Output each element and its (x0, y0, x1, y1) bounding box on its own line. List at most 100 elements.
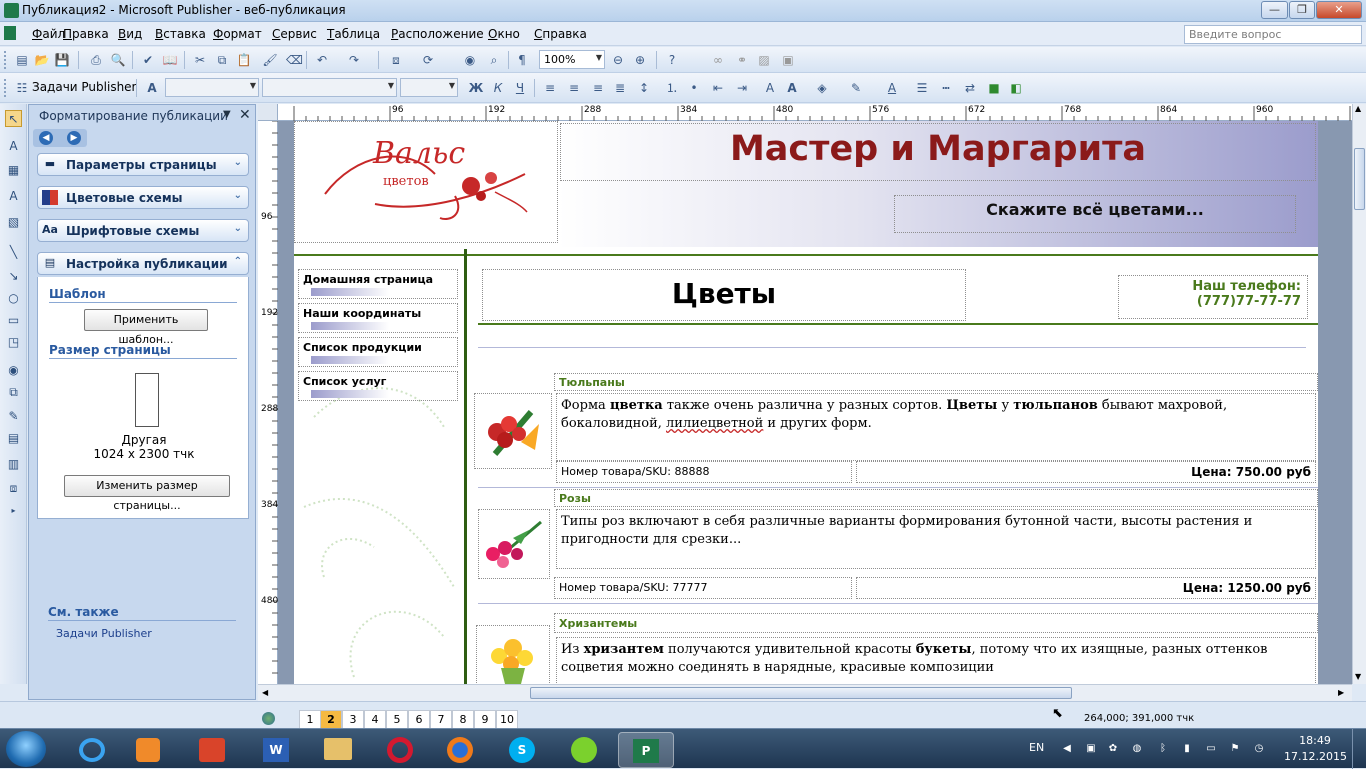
menu-format[interactable]: Формат (213, 27, 262, 41)
taskbar-icq[interactable] (556, 732, 612, 768)
product-price-box[interactable]: Цена: 750.00 руб (856, 461, 1316, 483)
page-tab[interactable]: 1 (299, 710, 321, 729)
save-icon[interactable]: 💾 (54, 52, 70, 68)
horizontal-scroll-thumb[interactable] (530, 687, 1072, 699)
volume-icon[interactable]: ◀ (1060, 742, 1074, 756)
align-center-icon[interactable]: ≡ (566, 80, 582, 96)
phone-box[interactable]: Наш телефон: (777)77-77-77 (1118, 275, 1308, 319)
menu-window[interactable]: Окно (488, 27, 520, 41)
pilcrow-icon[interactable]: ¶ (514, 52, 530, 68)
unlink-icon[interactable]: ⚭ (734, 52, 750, 68)
shrink-font-icon[interactable]: A (762, 80, 778, 96)
change-page-size-button[interactable]: Изменить размер страницы... (64, 475, 230, 512)
taskbar-firefox[interactable] (432, 732, 488, 768)
increase-indent-icon[interactable]: ⇥ (734, 80, 750, 96)
menu-tools[interactable]: Сервис (272, 27, 317, 41)
product-name-box[interactable]: Розы (554, 489, 1318, 507)
fill-color-icon[interactable]: ◈ (814, 80, 830, 96)
menu-insert[interactable]: Вставка (155, 27, 206, 41)
page-tab[interactable]: 8 (452, 710, 474, 729)
product-image[interactable] (476, 625, 550, 684)
task-pane-menu-icon[interactable]: ▼ (223, 109, 231, 120)
grow-font-icon[interactable]: A (784, 80, 800, 96)
vertical-scroll-thumb[interactable] (1354, 148, 1365, 210)
scroll-down-icon[interactable]: ▼ (1355, 672, 1361, 681)
font-size-select[interactable]: ▼ (400, 78, 458, 97)
format-painter-icon[interactable]: 🖌 (262, 52, 278, 68)
nav-contacts[interactable]: Наши координаты (298, 303, 458, 333)
language-indicator[interactable]: EN (1029, 741, 1044, 754)
product-sku-box[interactable]: Номер товара/SKU: 88888 (556, 461, 852, 483)
navigation-bar-icon[interactable]: ▥ (5, 456, 22, 473)
bring-forward-icon[interactable]: ⧈ (388, 52, 404, 68)
more-tools-icon[interactable]: ▸ (5, 502, 22, 519)
page-tab[interactable]: 3 (342, 710, 364, 729)
hyperlink-icon[interactable]: ∞ (710, 52, 726, 68)
taskbar-publisher[interactable]: P (618, 732, 674, 768)
tray-app-icon[interactable]: ▣ (1084, 742, 1098, 756)
product-image[interactable] (474, 393, 552, 469)
page-tab[interactable]: 7 (430, 710, 452, 729)
menu-edit[interactable]: Правка (63, 27, 109, 41)
decrease-indent-icon[interactable]: ⇤ (710, 80, 726, 96)
spelling-icon[interactable]: ✔ (140, 52, 156, 68)
text-box-icon[interactable]: A (5, 138, 22, 155)
publisher-app-icon[interactable] (4, 3, 19, 18)
clock-time[interactable]: 18:49 (1286, 734, 1344, 747)
font-color-icon[interactable]: A (884, 80, 900, 96)
line-color-icon[interactable]: ✎ (848, 80, 864, 96)
line-tool-icon[interactable]: ╲ (5, 244, 22, 261)
menu-help[interactable]: Справка (534, 27, 587, 41)
numbering-icon[interactable]: ⒈ (664, 80, 680, 96)
wordart-icon[interactable]: A (5, 188, 22, 205)
font-select[interactable]: ▼ (262, 78, 397, 97)
display-icon[interactable]: ▭ (1204, 742, 1218, 756)
product-sku-box[interactable]: Номер товара/SKU: 77777 (554, 577, 852, 599)
product-description-box[interactable]: Типы роз включают в себя различные вариа… (556, 509, 1316, 569)
scroll-right-icon[interactable]: ▶ (1338, 688, 1344, 697)
underline-icon[interactable]: Ч (512, 80, 528, 96)
document-icon[interactable] (4, 26, 16, 40)
icq-tray-icon[interactable]: ✿ (1106, 742, 1120, 756)
print-preview-icon[interactable]: 🔍 (110, 52, 126, 68)
align-left-icon[interactable]: ≡ (542, 80, 558, 96)
toolbar-grip[interactable] (4, 51, 8, 69)
product-price-box[interactable]: Цена: 1250.00 руб (856, 577, 1316, 599)
rotate-icon[interactable]: ⟳ (420, 52, 436, 68)
scroll-up-icon[interactable]: ▲ (1355, 104, 1361, 113)
back-icon[interactable]: ◀ (39, 131, 53, 145)
web-preview-icon[interactable]: ◉ (462, 52, 478, 68)
maximize-button[interactable]: ❐ (1289, 1, 1315, 19)
italic-icon[interactable]: К (490, 80, 506, 96)
oval-tool-icon[interactable]: ○ (5, 290, 22, 307)
globe-icon[interactable] (262, 712, 275, 725)
taskbar-ie[interactable] (64, 732, 120, 768)
cut-icon[interactable]: ✂ (192, 52, 208, 68)
copy-icon[interactable]: ⧉ (214, 52, 230, 68)
help-search-input[interactable]: Введите вопрос (1184, 25, 1362, 44)
help-icon[interactable]: ? (664, 52, 680, 68)
minimize-button[interactable]: — (1261, 1, 1288, 19)
product-name-box[interactable]: Тюльпаны (554, 373, 1318, 391)
zoom-select[interactable]: 100% ▼ (539, 50, 605, 69)
close-button[interactable]: ✕ (1316, 1, 1362, 19)
align-right-icon[interactable]: ≡ (590, 80, 606, 96)
form-control-icon[interactable]: ◉ (5, 362, 22, 379)
tasks-button[interactable]: Задачи Publisher (32, 80, 137, 94)
zoom-preview-icon[interactable]: ⌕ (486, 52, 502, 68)
site-title-box[interactable]: Мастер и Маргарита (560, 123, 1316, 181)
horizontal-scrollbar[interactable]: ◀ ▶ (258, 684, 1352, 701)
taskbar-opera[interactable] (372, 732, 428, 768)
arrow-tool-icon[interactable]: ↘ (5, 268, 22, 285)
zoom-out-icon[interactable]: ⊖ (610, 52, 626, 68)
picture-icon[interactable]: ▨ (756, 52, 772, 68)
product-image[interactable] (478, 509, 550, 579)
clock-date[interactable]: 17.12.2015 (1284, 750, 1347, 763)
vertical-scrollbar[interactable]: ▲ ▼ (1352, 104, 1366, 684)
style-select[interactable]: ▼ (165, 78, 259, 97)
rectangle-tool-icon[interactable]: ▭ (5, 312, 22, 329)
section-color-schemes[interactable]: Цветовые схемы ⌄ (37, 186, 249, 209)
taskbar-office-app[interactable] (184, 732, 240, 768)
dash-style-icon[interactable]: ┅ (938, 80, 954, 96)
page-tab-current[interactable]: 2 (320, 710, 342, 729)
